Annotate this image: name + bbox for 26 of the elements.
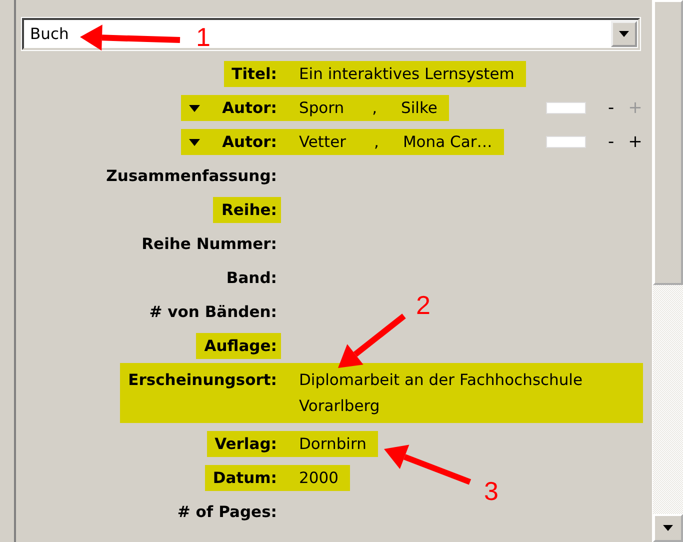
field-label: Reihe: — [213, 197, 281, 223]
name-separator: , — [374, 133, 379, 151]
field-label: Datum: — [204, 465, 281, 491]
field-value[interactable]: Ein interaktives Lernsystem — [281, 61, 526, 87]
field-label: Reihe Nummer: — [140, 234, 278, 255]
add-author-button[interactable]: + — [622, 129, 648, 155]
field-value[interactable]: Dornbirn — [281, 431, 378, 457]
annotation-number: 2 — [416, 290, 430, 320]
remove-author-button[interactable]: - — [602, 95, 620, 121]
field-label: # of Pages: — [176, 502, 278, 523]
field-label: Band: — [225, 268, 278, 289]
field-label: Autor: — [222, 98, 277, 119]
field-label: Auflage: — [196, 333, 281, 359]
field-label: Verlag: — [206, 431, 281, 457]
field-label: Erscheinungsort: — [120, 363, 281, 423]
annotation-number: 1 — [196, 22, 210, 52]
field-label: Titel: — [224, 61, 281, 87]
field-label: Autor: — [222, 132, 277, 153]
field-label: # von Bänden: — [148, 302, 278, 323]
dropdown-value: Buch — [29, 24, 70, 45]
annotation-number: 3 — [484, 476, 498, 506]
remove-author-button[interactable]: - — [602, 129, 620, 155]
field-value[interactable]: 2000 — [281, 465, 350, 491]
field-label: Zusammenfassung: — [105, 166, 278, 187]
name-separator: , — [372, 99, 378, 117]
field-value[interactable]: Diplomarbeit an der Fachhochschule Vorarlberg — [281, 363, 643, 423]
